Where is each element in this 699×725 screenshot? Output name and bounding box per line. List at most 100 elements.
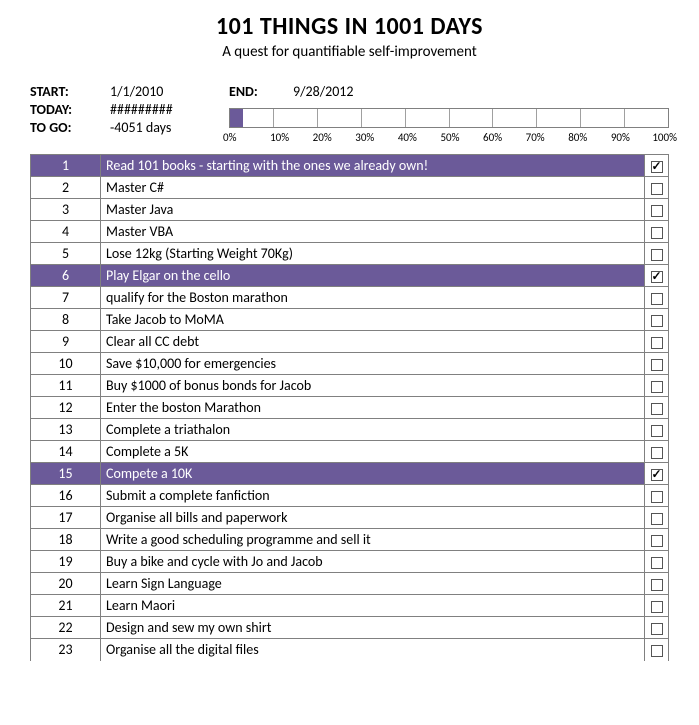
table-row: 19Buy a bike and cycle with Jo and Jacob — [31, 551, 669, 573]
table-row: 21Learn Maori — [31, 595, 669, 617]
checkbox-icon[interactable] — [651, 535, 663, 547]
item-number: 7 — [31, 287, 101, 309]
table-row: 16Submit a complete fanfiction — [31, 485, 669, 507]
item-check-cell — [645, 573, 669, 595]
checkbox-icon[interactable] — [651, 205, 663, 217]
checkbox-icon[interactable] — [651, 315, 663, 327]
item-check-cell — [645, 463, 669, 485]
checkbox-icon[interactable] — [651, 557, 663, 569]
checkbox-icon[interactable] — [651, 227, 663, 239]
item-check-cell — [645, 595, 669, 617]
item-number: 23 — [31, 639, 101, 661]
item-number: 1 — [31, 155, 101, 177]
table-row: 2Master C# — [31, 177, 669, 199]
progress-tick: 40% — [393, 131, 421, 144]
progress-tick: 80% — [564, 131, 592, 144]
item-check-cell — [645, 441, 669, 463]
table-row: 14Complete a 5K — [31, 441, 669, 463]
item-number: 22 — [31, 617, 101, 639]
item-number: 9 — [31, 331, 101, 353]
table-row: 4Master VBA — [31, 221, 669, 243]
table-row: 22Design and sew my own shirt — [31, 617, 669, 639]
item-number: 16 — [31, 485, 101, 507]
item-text: Master VBA — [101, 221, 645, 243]
table-row: 6Play Elgar on the cello — [31, 265, 669, 287]
item-text: Clear all CC debt — [101, 331, 645, 353]
progress-tick: 30% — [351, 131, 379, 144]
item-check-cell — [645, 353, 669, 375]
item-text: Buy a bike and cycle with Jo and Jacob — [101, 551, 645, 573]
item-text: Complete a triathalon — [101, 419, 645, 441]
item-check-cell — [645, 617, 669, 639]
checkbox-icon[interactable] — [651, 645, 663, 657]
item-number: 21 — [31, 595, 101, 617]
progress-tick: 90% — [606, 131, 634, 144]
table-row: 12Enter the boston Marathon — [31, 397, 669, 419]
item-number: 19 — [31, 551, 101, 573]
start-value: 1/1/2010 — [100, 83, 163, 100]
checkbox-icon[interactable] — [651, 249, 663, 261]
checkbox-icon[interactable] — [651, 359, 663, 371]
checkbox-icon[interactable] — [651, 161, 663, 173]
item-number: 12 — [31, 397, 101, 419]
checkbox-icon[interactable] — [651, 513, 663, 525]
today-value: ######### — [100, 101, 173, 118]
progress-tick: 50% — [436, 131, 464, 144]
checkbox-icon[interactable] — [651, 601, 663, 613]
item-check-cell — [645, 309, 669, 331]
item-check-cell — [645, 265, 669, 287]
checkbox-icon[interactable] — [651, 381, 663, 393]
item-text: Save $10,000 for emergencies — [101, 353, 645, 375]
item-check-cell — [645, 199, 669, 221]
togo-label: TO GO: — [30, 119, 100, 136]
table-row: 10Save $10,000 for emergencies — [31, 353, 669, 375]
item-number: 5 — [31, 243, 101, 265]
checkbox-icon[interactable] — [651, 183, 663, 195]
checkbox-icon[interactable] — [651, 491, 663, 503]
table-row: 7qualify for the Boston marathon — [31, 287, 669, 309]
progress-tick: 100% — [649, 131, 677, 144]
checkbox-icon[interactable] — [651, 447, 663, 459]
progress-ticks: 0%10%20%30%40%50%60%70%80%90%100% — [229, 131, 669, 144]
item-text: Master Java — [101, 199, 645, 221]
table-row: 5Lose 12kg (Starting Weight 70Kg) — [31, 243, 669, 265]
checkbox-icon[interactable] — [651, 623, 663, 635]
items-table: 1Read 101 books - starting with the ones… — [30, 154, 669, 661]
table-row: 8Take Jacob to MoMA — [31, 309, 669, 331]
checkbox-icon[interactable] — [651, 403, 663, 415]
item-text: Read 101 books - starting with the ones … — [101, 155, 645, 177]
item-text: Compete a 10K — [101, 463, 645, 485]
item-text: Organise all bills and paperwork — [101, 507, 645, 529]
item-check-cell — [645, 529, 669, 551]
item-check-cell — [645, 287, 669, 309]
table-row: 11Buy $1000 of bonus bonds for Jacob — [31, 375, 669, 397]
progress-tick: 0% — [223, 131, 251, 144]
item-check-cell — [645, 375, 669, 397]
table-row: 9Clear all CC debt — [31, 331, 669, 353]
item-check-cell — [645, 397, 669, 419]
item-check-cell — [645, 221, 669, 243]
checkbox-icon[interactable] — [651, 337, 663, 349]
item-text: Write a good scheduling programme and se… — [101, 529, 645, 551]
item-text: Complete a 5K — [101, 441, 645, 463]
checkbox-icon[interactable] — [651, 425, 663, 437]
table-row: 3Master Java — [31, 199, 669, 221]
item-text: qualify for the Boston marathon — [101, 287, 645, 309]
page-title: 101 THINGS IN 1001 DAYS — [30, 12, 669, 41]
checkbox-icon[interactable] — [651, 579, 663, 591]
table-row: 17Organise all bills and paperwork — [31, 507, 669, 529]
checkbox-icon[interactable] — [651, 293, 663, 305]
item-text: Play Elgar on the cello — [101, 265, 645, 287]
item-text: Organise all the digital files — [101, 639, 645, 661]
item-number: 11 — [31, 375, 101, 397]
item-number: 15 — [31, 463, 101, 485]
item-number: 4 — [31, 221, 101, 243]
checkbox-icon[interactable] — [651, 469, 663, 481]
table-row: 23Organise all the digital files — [31, 639, 669, 661]
item-number: 20 — [31, 573, 101, 595]
item-number: 3 — [31, 199, 101, 221]
checkbox-icon[interactable] — [651, 271, 663, 283]
item-number: 17 — [31, 507, 101, 529]
item-text: Master C# — [101, 177, 645, 199]
item-text: Submit a complete fanfiction — [101, 485, 645, 507]
